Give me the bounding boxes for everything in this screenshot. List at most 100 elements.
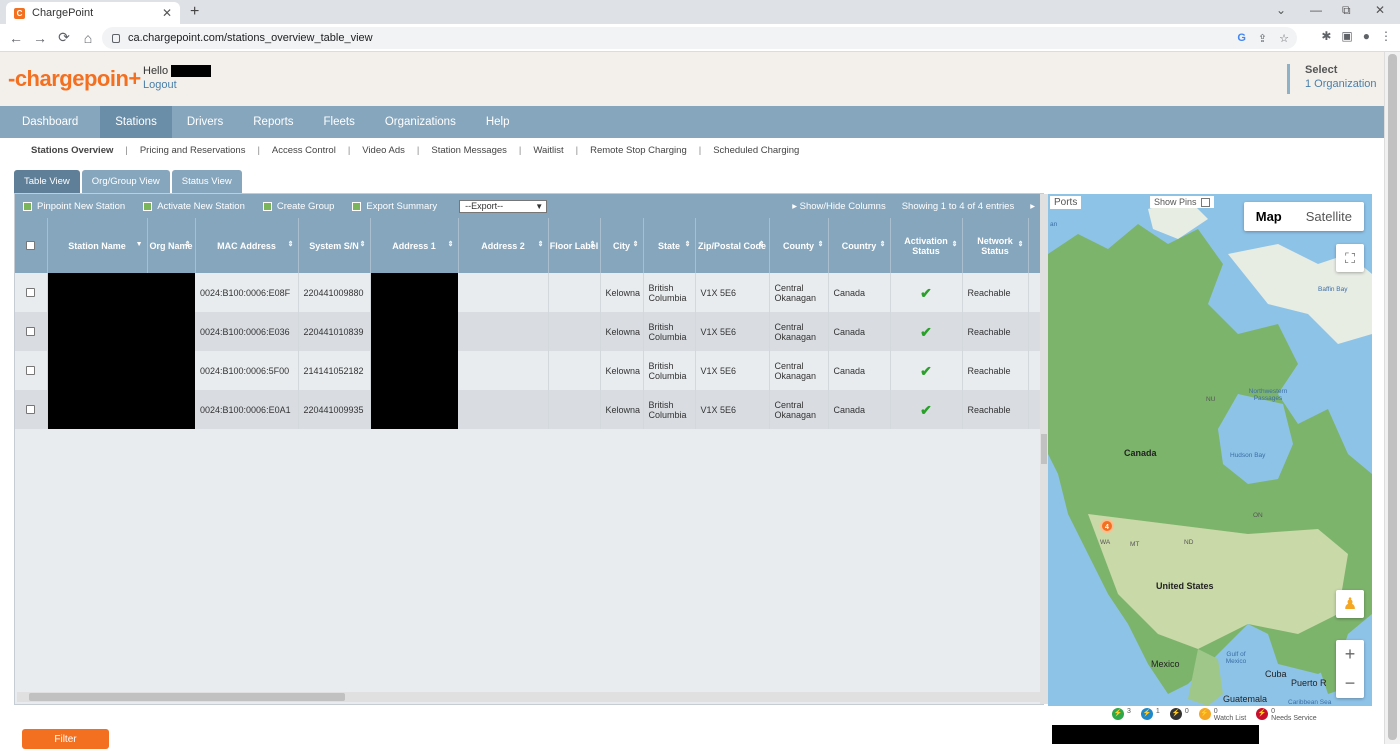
new-tab-button[interactable]: +	[190, 3, 199, 21]
map-label: Gulf of Mexico	[1225, 651, 1247, 665]
reload-button[interactable]: ⟳	[52, 29, 76, 46]
chargepoint-logo[interactable]: -chargepoin+	[8, 66, 141, 92]
export-select-value: --Export--	[465, 201, 504, 211]
col-address-1[interactable]: Address 1 ⇕	[370, 218, 459, 273]
scrollbar-thumb[interactable]	[29, 693, 345, 701]
google-icon[interactable]: G	[1237, 32, 1246, 45]
browser-tab[interactable]: C ChargePoint ✕	[6, 2, 180, 24]
table-row[interactable]: 0024:B100:0006:E08F 220441009880 Kelowna Br…	[15, 273, 1044, 312]
profile-icon[interactable]: ●	[1363, 29, 1370, 43]
back-button[interactable]: ←	[4, 30, 28, 46]
restore-button[interactable]: ⧉	[1342, 3, 1351, 18]
col-org-name[interactable]: Org Name ⇕	[147, 218, 196, 273]
close-window-button[interactable]: ✕	[1375, 3, 1385, 17]
row-checkbox[interactable]	[26, 366, 36, 375]
tab-status-view[interactable]: Status View	[171, 170, 242, 193]
tab-org-group-view[interactable]: Org/Group View	[81, 170, 170, 193]
zoom-in-button[interactable]: +	[1345, 640, 1356, 669]
subnav-station-messages[interactable]: Station Messages	[419, 145, 519, 156]
table-row[interactable]: 0024:B100:0006:E0A1 220441009935 Kelowna Br…	[15, 390, 1044, 429]
sub-nav: Stations Overview | Pricing and Reservati…	[31, 145, 811, 156]
forward-button[interactable]: →	[28, 30, 52, 46]
col-address-2[interactable]: Address 2 ⇕	[458, 218, 549, 273]
nav-stations[interactable]: Stations	[100, 106, 172, 138]
subnav-pricing[interactable]: Pricing and Reservations	[128, 145, 258, 156]
col-station-name[interactable]: Station Name ▼	[47, 218, 148, 273]
pinpoint-label: Pinpoint New Station	[37, 200, 126, 212]
row-checkbox[interactable]	[26, 327, 36, 336]
show-pins-toggle[interactable]: Show Pins	[1150, 196, 1214, 208]
nav-reports[interactable]: Reports	[238, 106, 308, 138]
url-field[interactable]: ca.chargepoint.com/stations_overview_tab…	[102, 27, 1297, 49]
col-zip[interactable]: Zip/Postal Code ⇕	[695, 218, 770, 273]
panel-splitter[interactable]	[1040, 194, 1048, 704]
county-cell: Central Okanagan	[769, 390, 829, 429]
browser-tabstrip: C ChargePoint ✕ + ⌄ — ⧉ ✕	[0, 0, 1400, 24]
nav-dashboard[interactable]: Dashboard	[0, 106, 100, 138]
zoom-out-button[interactable]: −	[1345, 669, 1356, 698]
col-city[interactable]: City ⇕	[600, 218, 644, 273]
organization-count[interactable]: 1 Organization	[1305, 78, 1377, 90]
page-scrollbar[interactable]	[1384, 52, 1400, 744]
col-mac-address[interactable]: MAC Address ⇕	[195, 218, 299, 273]
select-all-checkbox[interactable]	[26, 241, 36, 250]
col-network-status[interactable]: Network Status ⇕	[962, 218, 1029, 273]
tab-title: ChargePoint	[32, 7, 94, 19]
table-row[interactable]: 0024:B100:0006:5F00 214141052182 Kelowna Br…	[15, 351, 1044, 390]
satellite-button[interactable]: Satellite	[1294, 202, 1364, 231]
map-button[interactable]: Map	[1244, 202, 1294, 231]
subnav-stations-overview[interactable]: Stations Overview	[31, 145, 125, 156]
col-system-sn[interactable]: System S/N ⇕	[298, 218, 371, 273]
subnav-remote-stop[interactable]: Remote Stop Charging	[578, 145, 699, 156]
star-icon[interactable]: ☆	[1279, 32, 1289, 45]
create-group-button[interactable]: Create Group	[262, 201, 334, 212]
nav-drivers[interactable]: Drivers	[172, 106, 238, 138]
station-cluster-marker[interactable]: 4	[1100, 519, 1114, 533]
table-row[interactable]: 0024:B100:0006:E036 220441010839 Kelowna Br…	[15, 312, 1044, 351]
stations-map[interactable]: Ports Show Pins Map Satellite ⛶ ♟ + − an…	[1048, 194, 1372, 706]
export-summary-button[interactable]: Export Summary	[352, 201, 437, 212]
export-select[interactable]: --Export-- ▼	[459, 199, 548, 213]
home-button[interactable]: ⌂	[76, 30, 100, 46]
close-tab-icon[interactable]: ✕	[162, 6, 172, 20]
subnav-scheduled-charging[interactable]: Scheduled Charging	[701, 145, 811, 156]
fullscreen-icon[interactable]: ⛶	[1336, 244, 1364, 272]
splitter-handle[interactable]	[1041, 434, 1047, 464]
menu-icon[interactable]: ⋮	[1380, 29, 1392, 43]
pinpoint-new-station-button[interactable]: Pinpoint New Station	[23, 201, 125, 212]
next-arrow-icon[interactable]: ▸	[1030, 201, 1035, 212]
chevron-down-icon[interactable]: ⌄	[1276, 3, 1286, 17]
col-activation-status[interactable]: Activation Status ⇕	[890, 218, 963, 273]
show-hide-columns-button[interactable]: ▸ Show/Hide Columns	[792, 201, 886, 212]
col-state[interactable]: State ⇕	[643, 218, 696, 273]
needs-service-pin-icon: ⚡	[1256, 708, 1269, 720]
nav-help[interactable]: Help	[471, 106, 525, 138]
legend-label: Watch List	[1213, 715, 1247, 722]
col-country[interactable]: Country ⇕	[828, 218, 891, 273]
nav-organizations[interactable]: Organizations	[370, 106, 471, 138]
minimize-button[interactable]: —	[1310, 3, 1322, 17]
nav-fleets[interactable]: Fleets	[309, 106, 370, 138]
sidebar-icon[interactable]: ▣	[1341, 29, 1352, 43]
activate-new-station-button[interactable]: Activate New Station	[143, 201, 245, 212]
col-floor-label[interactable]: Floor Label ⇕	[548, 218, 601, 273]
row-checkbox[interactable]	[26, 288, 36, 297]
extensions-icon[interactable]: ✱	[1321, 29, 1331, 43]
tab-table-view[interactable]: Table View	[14, 170, 80, 193]
org-name-cell	[147, 273, 195, 312]
filter-button[interactable]: Filter	[22, 729, 109, 749]
col-county[interactable]: County ⇕	[769, 218, 829, 273]
network-status-cell: Reachable	[962, 273, 1029, 312]
subnav-access-control[interactable]: Access Control	[260, 145, 348, 156]
show-pins-checkbox[interactable]	[1200, 197, 1210, 207]
select-organization[interactable]: Select 1 Organization	[1287, 64, 1377, 94]
row-checkbox[interactable]	[26, 405, 36, 414]
page-scrollbar-thumb[interactable]	[1388, 54, 1397, 740]
state-cell: British Columbia	[643, 273, 696, 312]
logout-link[interactable]: Logout	[143, 79, 177, 91]
share-icon[interactable]: ⇪	[1258, 32, 1267, 45]
subnav-video-ads[interactable]: Video Ads	[350, 145, 417, 156]
pegman-icon[interactable]: ♟	[1336, 590, 1364, 618]
subnav-waitlist[interactable]: Waitlist	[521, 145, 575, 156]
horizontal-scrollbar[interactable]	[17, 692, 1041, 702]
